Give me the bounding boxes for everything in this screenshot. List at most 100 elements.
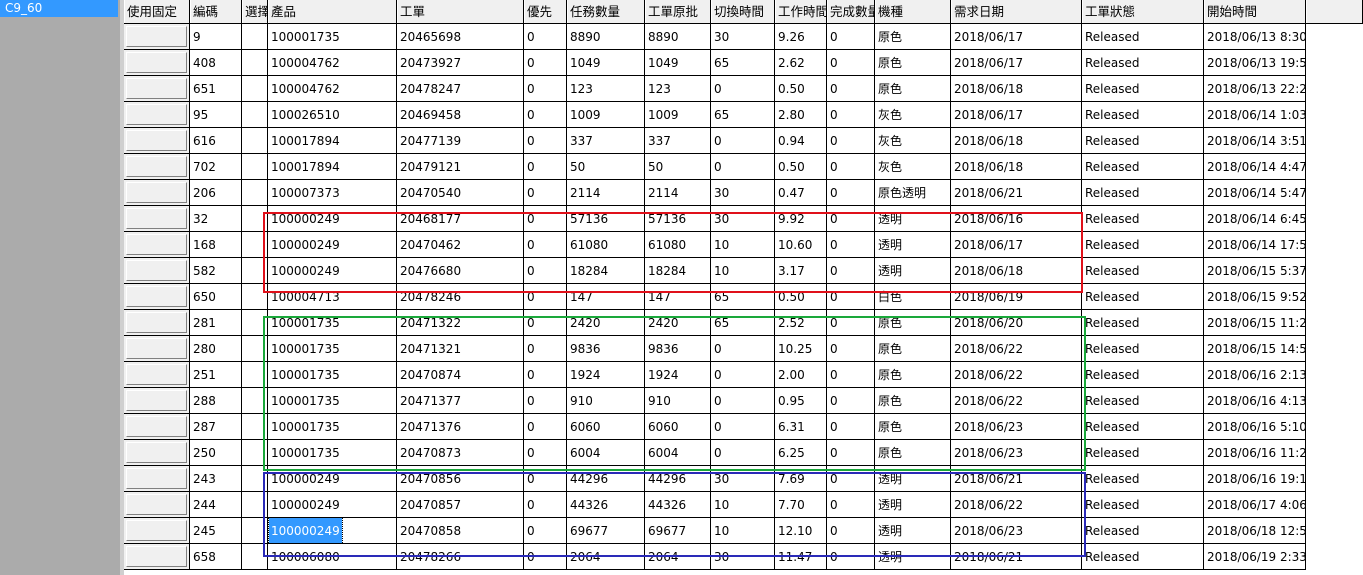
cell-product[interactable]: 100001735 <box>268 24 397 50</box>
cell-switch-time[interactable]: 65 <box>711 102 775 128</box>
cell-done-qty[interactable]: 0 <box>827 284 875 310</box>
row-selector[interactable] <box>124 388 190 414</box>
cell-code[interactable]: 281 <box>190 310 242 336</box>
cell-original-batch[interactable]: 1009 <box>645 102 711 128</box>
cell-code[interactable]: 243 <box>190 466 242 492</box>
cell-task-qty[interactable]: 2114 <box>567 180 645 206</box>
cell-product[interactable]: 100000249 <box>268 232 397 258</box>
cell-done-qty[interactable]: 0 <box>827 492 875 518</box>
cell-switch-time[interactable]: 0 <box>711 128 775 154</box>
cell-switch-time[interactable]: 0 <box>711 76 775 102</box>
cell-code[interactable]: 245 <box>190 518 242 544</box>
cell-task-qty[interactable]: 6004 <box>567 440 645 466</box>
cell-start-time[interactable]: 2018/06/16 19:14:50 <box>1204 466 1306 492</box>
cell-work-order[interactable]: 20471321 <box>397 336 524 362</box>
cell-model[interactable]: 原色 <box>875 310 951 336</box>
cell-start-time[interactable]: 2018/06/13 22:28:20 <box>1204 76 1306 102</box>
cell-product[interactable]: 100000249 <box>268 258 397 284</box>
cell-work-time[interactable]: 0.50 <box>775 284 827 310</box>
cell-select[interactable] <box>242 388 268 414</box>
cell-start-time[interactable]: 2018/06/19 2:33:46 <box>1204 544 1306 570</box>
row-selector[interactable] <box>124 336 190 362</box>
cell-done-qty[interactable]: 0 <box>827 414 875 440</box>
cell-start-time[interactable]: 2018/06/14 4:47:40 <box>1204 154 1306 180</box>
cell-original-batch[interactable]: 8890 <box>645 24 711 50</box>
cell-due-date[interactable]: 2018/06/23 <box>951 440 1082 466</box>
row-selector[interactable] <box>124 232 190 258</box>
cell-task-qty[interactable]: 1009 <box>567 102 645 128</box>
cell-due-date[interactable]: 2018/06/19 <box>951 284 1082 310</box>
cell-product[interactable]: 100000249 <box>268 206 397 232</box>
cell-original-batch[interactable]: 50 <box>645 154 711 180</box>
cell-original-batch[interactable]: 69677 <box>645 518 711 544</box>
row-selector[interactable] <box>124 440 190 466</box>
work-order-grid[interactable]: 使用固定編碼選擇產品工單優先任務數量工單原批切換時間工作時間完成數量機種需求日期… <box>124 0 1363 575</box>
cell-model[interactable]: 透明 <box>875 492 951 518</box>
cell-switch-time[interactable]: 0 <box>711 362 775 388</box>
cell-work-time[interactable]: 0.50 <box>775 76 827 102</box>
cell-done-qty[interactable]: 0 <box>827 388 875 414</box>
cell-work-time[interactable]: 10.25 <box>775 336 827 362</box>
cell-work-time[interactable]: 6.25 <box>775 440 827 466</box>
table-row[interactable]: 245 100000249 20470858 0 69677 69677 10 12.10 0 透… <box>124 518 1363 544</box>
cell-due-date[interactable]: 2018/06/21 <box>951 466 1082 492</box>
cell-work-time[interactable]: 2.62 <box>775 50 827 76</box>
cell-start-time[interactable]: 2018/06/13 8:30:00 <box>1204 24 1306 50</box>
cell-status[interactable]: Released <box>1082 440 1204 466</box>
col-header-model[interactable]: 機種 <box>875 0 951 24</box>
cell-priority[interactable]: 0 <box>524 544 567 570</box>
table-row[interactable]: 288 100001735 20471377 0 910 910 0 0.95 0 原色 2018/… <box>124 388 1363 414</box>
row-selector[interactable] <box>124 206 190 232</box>
table-row[interactable]: 280 100001735 20471321 0 9836 9836 0 10.25 0 原色 20… <box>124 336 1363 362</box>
table-row[interactable]: 408 100004762 20473927 0 1049 1049 65 2.62 0 原色 20… <box>124 50 1363 76</box>
cell-priority[interactable]: 0 <box>524 466 567 492</box>
cell-work-time[interactable]: 11.47 <box>775 544 827 570</box>
col-header-priority[interactable]: 優先 <box>524 0 567 24</box>
cell-start-time[interactable]: 2018/06/15 11:27:43 <box>1204 310 1306 336</box>
cell-model[interactable]: 透明 <box>875 258 951 284</box>
cell-work-order[interactable]: 20465698 <box>397 24 524 50</box>
cell-done-qty[interactable]: 0 <box>827 466 875 492</box>
cell-switch-time[interactable]: 30 <box>711 206 775 232</box>
cell-start-time[interactable]: 2018/06/16 5:10:50 <box>1204 414 1306 440</box>
cell-priority[interactable]: 0 <box>524 128 567 154</box>
cell-task-qty[interactable]: 123 <box>567 76 645 102</box>
cell-status[interactable]: Released <box>1082 258 1204 284</box>
table-row[interactable]: 95 100026510 20469458 0 1009 1009 65 2.80 0 灰色 201… <box>124 102 1363 128</box>
row-selector[interactable] <box>124 50 190 76</box>
cell-model[interactable]: 原色 <box>875 362 951 388</box>
cell-select[interactable] <box>242 362 268 388</box>
row-selector[interactable] <box>124 128 190 154</box>
cell-due-date[interactable]: 2018/06/18 <box>951 154 1082 180</box>
table-row[interactable]: 650 100004713 20478246 0 147 147 65 0.50 0 白色 2018… <box>124 284 1363 310</box>
cell-priority[interactable]: 0 <box>524 310 567 336</box>
cell-code[interactable]: 651 <box>190 76 242 102</box>
cell-model[interactable]: 灰色 <box>875 154 951 180</box>
cell-priority[interactable]: 0 <box>524 362 567 388</box>
cell-product[interactable]: 100026510 <box>268 102 397 128</box>
cell-status[interactable]: Released <box>1082 388 1204 414</box>
cell-start-time[interactable]: 2018/06/16 4:13:58 <box>1204 388 1306 414</box>
cell-done-qty[interactable]: 0 <box>827 310 875 336</box>
cell-select[interactable] <box>242 180 268 206</box>
col-header-due-date[interactable]: 需求日期 <box>951 0 1082 24</box>
cell-work-time[interactable]: 0.94 <box>775 128 827 154</box>
cell-switch-time[interactable]: 30 <box>711 24 775 50</box>
cell-model[interactable]: 原色 <box>875 388 951 414</box>
cell-due-date[interactable]: 2018/06/23 <box>951 518 1082 544</box>
cell-original-batch[interactable]: 44296 <box>645 466 711 492</box>
row-selector[interactable] <box>124 414 190 440</box>
cell-switch-time[interactable]: 0 <box>711 440 775 466</box>
cell-done-qty[interactable]: 0 <box>827 180 875 206</box>
cell-model[interactable]: 透明 <box>875 206 951 232</box>
cell-code[interactable]: 32 <box>190 206 242 232</box>
cell-done-qty[interactable]: 0 <box>827 518 875 544</box>
cell-model[interactable]: 原色 <box>875 336 951 362</box>
cell-model[interactable]: 原色 <box>875 414 951 440</box>
col-header-select[interactable]: 選擇 <box>242 0 268 24</box>
cell-model[interactable]: 原色透明 <box>875 180 951 206</box>
cell-model[interactable]: 原色 <box>875 50 951 76</box>
col-header-extra[interactable] <box>1306 0 1363 24</box>
table-row[interactable]: 168 100000249 20470462 0 61080 61080 10 10.60 0 透… <box>124 232 1363 258</box>
col-header-product[interactable]: 產品 <box>268 0 397 24</box>
